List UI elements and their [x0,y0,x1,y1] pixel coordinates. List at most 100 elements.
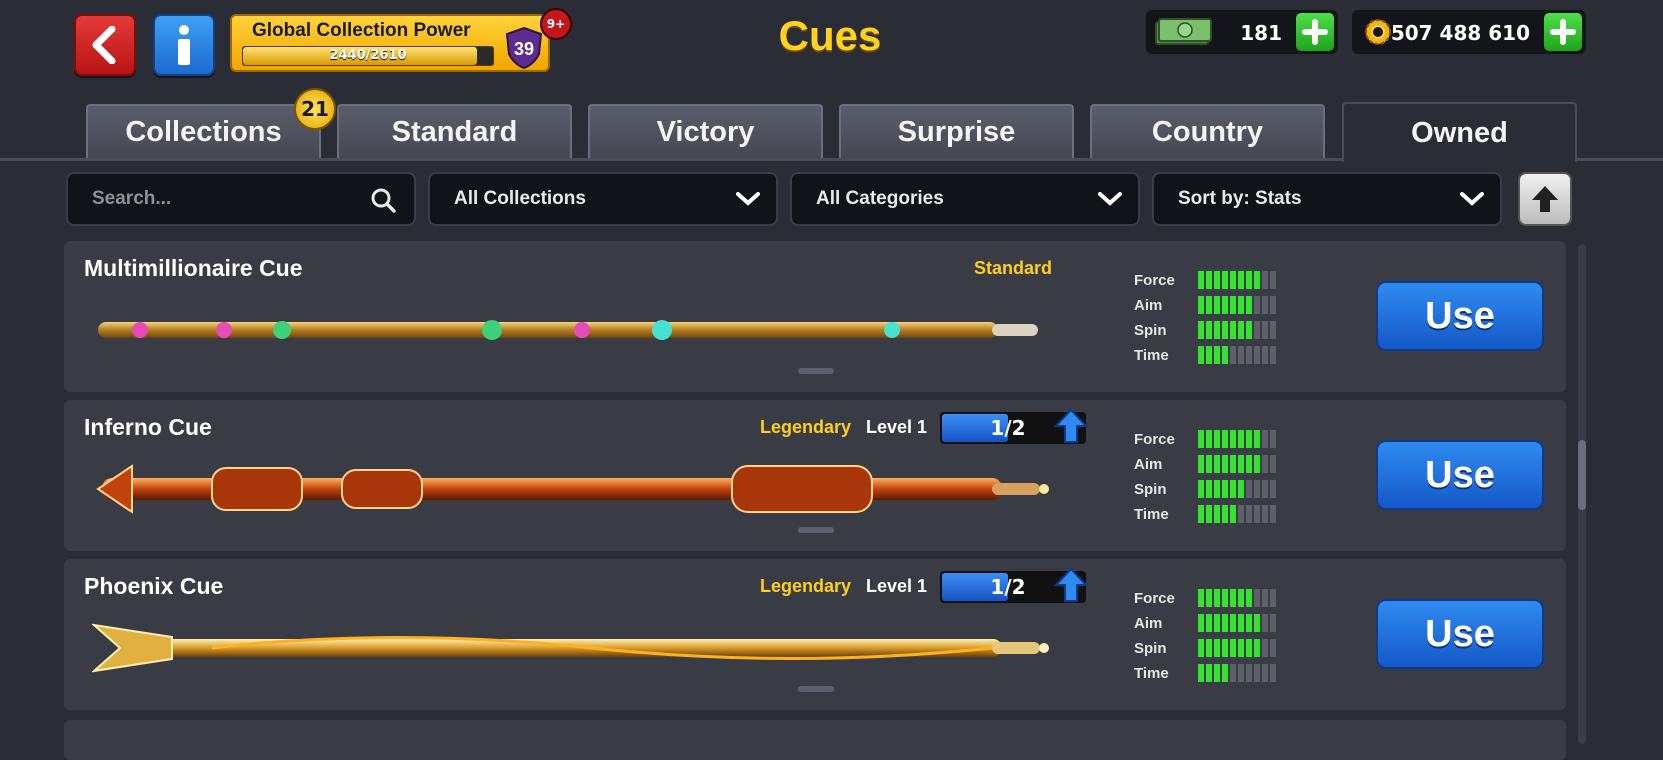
stat-segment [1246,346,1252,364]
stat-segment [1214,639,1220,657]
stat-segment [1214,430,1220,448]
info-icon [178,25,190,65]
stat-segment [1246,505,1252,523]
stat-segment [1206,639,1212,657]
stat-segment [1198,321,1204,339]
stat-segment [1230,639,1236,657]
stat-segment [1270,664,1276,682]
stat-segment [1230,321,1236,339]
stat-force-bar [1198,271,1276,289]
stat-segment [1206,346,1212,364]
use-button[interactable]: Use [1376,440,1544,510]
plus-icon [1550,19,1576,45]
stat-segment [1270,589,1276,607]
sort-direction-button[interactable] [1518,172,1572,226]
stat-segment [1246,480,1252,498]
add-cash-button[interactable] [1296,13,1334,51]
stat-segment [1206,296,1212,314]
stat-aim-label: Aim [1134,456,1163,473]
cue-card: Phoenix Cue Legendary Level 1 1/2 Force … [64,559,1566,710]
scrollbar[interactable] [1578,244,1586,744]
stat-segment [1254,589,1260,607]
back-button[interactable] [74,14,136,76]
scrollbar-thumb[interactable] [1578,440,1586,510]
stat-segment [1238,664,1244,682]
search-icon [371,188,396,213]
stat-segment [1262,271,1268,289]
search-input[interactable]: Search... [66,172,416,226]
cue-stats: Force Aim Spin Time [1134,428,1294,528]
stat-time-bar [1198,664,1276,682]
stat-segment [1198,614,1204,632]
stat-spin-bar [1198,321,1276,339]
stat-segment [1262,346,1268,364]
stat-segment [1214,455,1220,473]
tab-country[interactable]: Country [1090,104,1325,158]
collection-power-panel[interactable]: Global Collection Power 2440/2610 39 [230,14,550,72]
cash-value: 181 [1240,21,1282,45]
tab-victory[interactable]: Victory [588,104,823,158]
stat-segment [1262,430,1268,448]
stat-segment [1254,271,1260,289]
cue-level: Level 1 [866,417,928,437]
cue-card [64,720,1566,760]
stat-segment [1214,296,1220,314]
stat-segment [1198,430,1204,448]
stat-segment [1270,346,1276,364]
stat-segment [1254,505,1260,523]
stat-segment [1206,480,1212,498]
stat-force-label: Force [1134,431,1175,448]
stat-segment [1254,346,1260,364]
stat-force-bar [1198,430,1276,448]
stat-segment [1214,480,1220,498]
tab-owned[interactable]: Owned [1342,102,1577,162]
drag-handle[interactable] [798,527,834,533]
stat-time-label: Time [1134,506,1169,523]
stat-segment [1222,346,1228,364]
upgrade-arrow-icon[interactable] [1054,408,1088,444]
stat-segment [1214,614,1220,632]
notification-badge: 9+ [540,8,572,40]
cue-name: Inferno Cue [84,414,212,440]
info-button[interactable] [153,14,215,76]
stat-segment [1270,321,1276,339]
categories-dropdown[interactable]: All Categories [790,172,1140,226]
use-button[interactable]: Use [1376,599,1544,669]
stat-segment [1238,505,1244,523]
tab-standard[interactable]: Standard [337,104,572,158]
stat-segment [1206,505,1212,523]
stat-segment [1246,589,1252,607]
use-button[interactable]: Use [1376,281,1544,351]
collections-dropdown[interactable]: All Collections [428,172,778,226]
stat-aim-bar [1198,614,1276,632]
cash-counter: 181 [1146,10,1338,54]
stat-segment [1222,271,1228,289]
cue-rarity: Standard [974,258,1053,278]
cue-rarity: Legendary [760,417,852,437]
stat-aim-bar [1198,455,1276,473]
upgrade-arrow-icon[interactable] [1054,567,1088,603]
stat-segment [1230,455,1236,473]
stat-segment [1198,639,1204,657]
stat-segment [1270,505,1276,523]
stat-segment [1246,455,1252,473]
stat-segment [1222,455,1228,473]
stat-aim-label: Aim [1134,615,1163,632]
cue-card: Inferno Cue Legendary Level 1 1/2 Force … [64,400,1566,551]
sort-dropdown[interactable]: Sort by: Stats [1152,172,1502,226]
stat-segment [1230,589,1236,607]
drag-handle[interactable] [798,686,834,692]
cue-stats: Force Aim Spin Time [1134,587,1294,687]
stat-segment [1246,430,1252,448]
stat-force-label: Force [1134,590,1175,607]
stat-segment [1254,321,1260,339]
stat-segment [1198,505,1204,523]
stat-segment [1254,455,1260,473]
stat-segment [1238,321,1244,339]
cue-image [96,464,1049,514]
drag-handle[interactable] [798,368,834,374]
stat-segment [1198,664,1204,682]
add-coins-button[interactable] [1544,13,1582,51]
tab-collections[interactable]: Collections [86,104,321,158]
tab-surprise[interactable]: Surprise [839,104,1074,158]
